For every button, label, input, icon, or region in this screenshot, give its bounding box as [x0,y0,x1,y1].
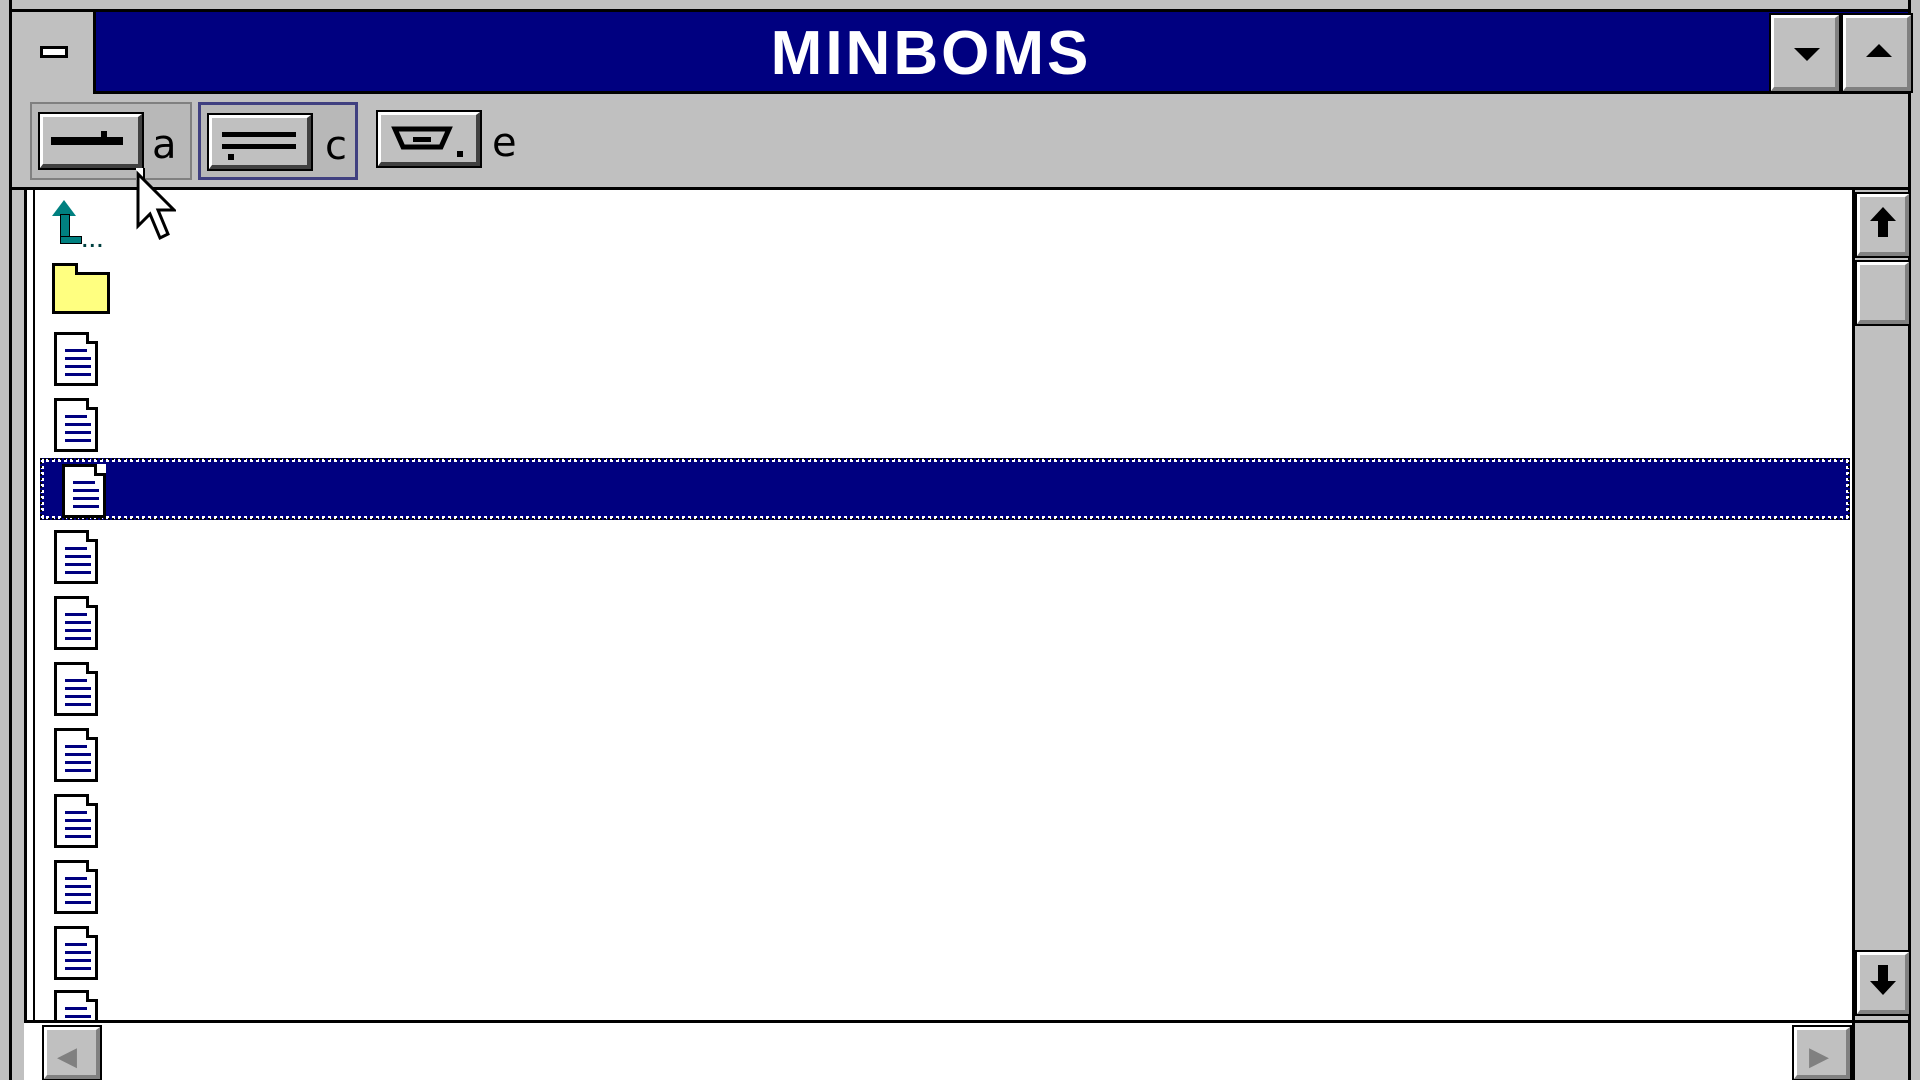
list-item-file[interactable] [40,326,1850,390]
file-manager-window: MINBOMS a c e ... ◀ ▶ [0,0,1920,1080]
document-icon [54,596,98,650]
list-item-file[interactable] [40,722,1850,786]
document-icon [54,332,98,386]
list-item-folder[interactable] [40,258,1850,322]
horizontal-scrollbar[interactable]: ◀ ▶ [24,1020,1852,1080]
list-item-file-selected[interactable] [40,458,1850,520]
list-item-file[interactable] [40,984,1850,1020]
tree-view-button[interactable] [38,112,144,170]
system-menu-button[interactable] [12,12,96,94]
list-item-file[interactable] [40,656,1850,720]
drive-letter-a: a [152,122,177,168]
drive-letter-c: c [325,123,347,169]
window-frame-left[interactable] [0,0,12,1080]
list-item-file[interactable] [40,392,1850,456]
document-icon [54,728,98,782]
list-item-file[interactable] [40,920,1850,984]
vertical-scrollbar[interactable] [1852,190,1911,1020]
list-item-file[interactable] [40,524,1850,588]
scrollbar-corner [1852,1020,1908,1080]
mouse-pointer-icon [136,168,176,241]
list-item-file[interactable] [40,788,1850,852]
tool-group-list: c [198,102,358,180]
document-icon [54,662,98,716]
document-icon [54,860,98,914]
document-icon [54,926,98,980]
system-menu-icon [40,46,68,58]
list-view-button[interactable] [207,113,313,171]
maximize-button[interactable] [1841,13,1913,93]
document-icon [54,530,98,584]
scroll-up-button[interactable] [1855,192,1911,258]
document-icon [62,464,106,518]
list-item-file[interactable] [40,854,1850,918]
list-item-parent-dir[interactable]: ... [40,192,1850,256]
window-title: MINBOMS [770,19,1092,88]
toolbar: a c e [12,94,1908,190]
scroll-thumb[interactable] [1855,260,1911,326]
scroll-up-arrow-icon [1870,207,1896,241]
list-view-icon [222,132,296,160]
minimize-button[interactable] [1769,13,1841,93]
drive-button[interactable] [376,110,482,168]
maximize-icon [1866,44,1892,57]
tree-view-icon [51,131,123,145]
window-frame-right[interactable] [1908,0,1920,1080]
focus-rectangle [40,458,1850,520]
scroll-left-button[interactable]: ◀ [42,1025,102,1080]
window-frame-top[interactable] [0,0,1920,12]
document-icon [54,990,98,1020]
minimize-icon [1794,48,1820,61]
scroll-left-arrow-icon: ◀ [57,1042,77,1072]
drive-icon [391,126,463,157]
scroll-right-button[interactable]: ▶ [1792,1025,1852,1080]
parent-dir-label: ... [82,230,105,252]
document-icon [54,794,98,848]
up-arrow-icon: ... [48,200,120,252]
drive-letter-e: e [492,120,517,166]
scroll-down-button[interactable] [1855,950,1911,1016]
folder-icon [52,263,110,314]
scroll-right-arrow-icon: ▶ [1809,1042,1829,1072]
scroll-down-arrow-icon [1870,965,1896,999]
list-item-file[interactable] [40,590,1850,654]
document-icon [54,398,98,452]
